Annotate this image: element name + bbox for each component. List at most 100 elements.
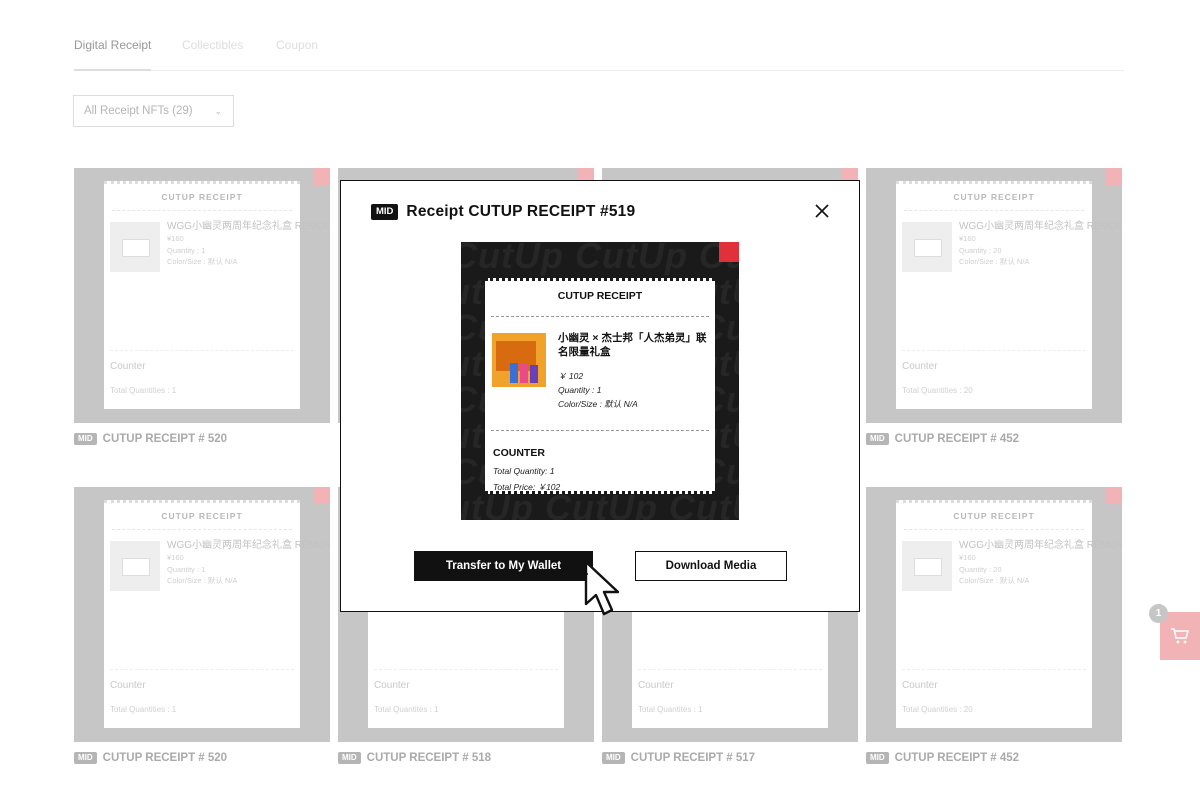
receipt-total-quantity: Total Quantites : 1 (374, 705, 439, 714)
corner-tag (1105, 168, 1122, 185)
mid-badge: MID (602, 752, 625, 764)
receipt-header: CUTUP RECEIPT (557, 290, 643, 302)
receipt-card-title: CUTUP RECEIPT # 518 (366, 752, 492, 764)
receipt-item-info: WGG小幽灵两周年纪念礼盒 REMOVE... ¥160 Quantity : 20… (959, 539, 1122, 587)
receipt-counter-label: Counter (110, 680, 146, 691)
cart-count-badge: 1 (1149, 604, 1168, 623)
receipt-card-title: CUTUP RECEIPT # 517 (630, 752, 756, 764)
modal-header: MID Receipt CUTUP RECEIPT #519 (371, 203, 635, 221)
mid-badge: MID (866, 752, 889, 764)
receipt-paper: CUTUP RECEIPT WGG小幽灵两周年纪念礼盒 REMOVE... ¥160… (104, 181, 330, 409)
pointer-cursor-icon (582, 560, 620, 616)
receipt-total-quantity: Total Quantities : 1 (110, 386, 177, 395)
receipt-counter-label: COUNTER (493, 447, 545, 459)
mid-badge: MID (74, 433, 97, 445)
receipt-paper: CUTUP RECEIPT 小幽灵 × 杰士邦「人杰弟灵」联名限量礼盒 ￥ 10… (485, 278, 715, 494)
cart-icon (1171, 628, 1190, 644)
receipt-color-size: Color/Size : 默认 N/A (959, 257, 1030, 267)
receipt-card-title: CUTUP RECEIPT # 520 (102, 752, 228, 764)
receipt-card-label[interactable]: MID CUTUP RECEIPT # 517 (602, 752, 755, 764)
receipt-media-preview: CutUp CutUp CutUp CutUp CutUp CutUp CutU… (461, 242, 739, 520)
receipt-color-size: Color/Size : 默认 N/A (167, 576, 238, 586)
receipt-item-info: WGG小幽灵两周年纪念礼盒 REMOVE... ¥160 Quantity : 1 C… (167, 220, 330, 268)
active-tab-indicator (74, 69, 151, 71)
receipt-price: ¥160 (167, 234, 184, 243)
corner-tag (1105, 487, 1122, 504)
download-media-button[interactable]: Download Media (635, 551, 787, 581)
filter-label: All Receipt NFTs (29) (84, 105, 193, 117)
receipt-color-size: Color/Size : 默认 N/A (558, 398, 638, 409)
receipt-thumbnail[interactable]: CUTUP RECEIPT WGG小幽灵两周年纪念礼盒 REMOVE... ¥160… (74, 168, 330, 423)
product-image (110, 541, 160, 591)
receipt-card-title: CUTUP RECEIPT # 452 (894, 433, 1020, 445)
receipt-price: ¥160 (959, 234, 976, 243)
receipt-header: CUTUP RECEIPT (953, 192, 1035, 202)
divider (491, 430, 709, 431)
product-image (492, 333, 546, 387)
receipt-counter-label: Counter (638, 680, 674, 691)
receipt-counter-label: Counter (110, 361, 146, 372)
receipt-card-label[interactable]: MID CUTUP RECEIPT # 452 (866, 433, 1019, 445)
receipt-header: CUTUP RECEIPT (953, 511, 1035, 521)
mid-badge: MID (74, 752, 97, 764)
corner-tag (313, 487, 330, 504)
receipt-card-label[interactable]: MID CUTUP RECEIPT # 518 (338, 752, 491, 764)
tab-bar: Digital Receipt Collectibles Coupon (74, 36, 1124, 71)
chevron-down-icon: ⌄ (214, 105, 222, 116)
receipt-card-label[interactable]: MID CUTUP RECEIPT # 520 (74, 752, 227, 764)
product-image (902, 541, 952, 591)
receipt-item-title: WGG小幽灵两周年纪念礼盒 REMOVE... (959, 540, 1122, 551)
receipt-total-quantity: Total Quantities : 20 (902, 705, 973, 714)
receipt-totals: Total Quantity: 1 Total Price: ￥102 (493, 464, 560, 495)
modal-title: Receipt CUTUP RECEIPT #519 (406, 203, 636, 220)
receipt-modal: MID Receipt CUTUP RECEIPT #519 CutUp Cut… (340, 180, 860, 612)
close-icon[interactable] (814, 203, 830, 219)
receipt-card-label[interactable]: MID CUTUP RECEIPT # 520 (74, 433, 227, 445)
receipt-header: CUTUP RECEIPT (161, 192, 243, 202)
mid-badge: MID (866, 433, 889, 445)
receipt-item-meta: ￥ 102 Quantity : 1 Color/Size : 默认 N/A (558, 370, 638, 411)
receipt-card-label[interactable]: MID CUTUP RECEIPT # 452 (866, 752, 1019, 764)
divider (491, 316, 709, 317)
receipt-paper: CUTUP RECEIPT WGG小幽灵两周年纪念礼盒 REMOVE... ¥160… (896, 181, 1122, 409)
receipt-thumbnail[interactable]: CUTUP RECEIPT WGG小幽灵两周年纪念礼盒 REMOVE... ¥160… (74, 487, 330, 742)
receipt-quantity: Quantity : 20 (959, 564, 1002, 574)
tab-coupon[interactable]: Coupon (276, 38, 318, 52)
product-image (902, 222, 952, 272)
receipt-thumbnail[interactable]: CUTUP RECEIPT WGG小幽灵两周年纪念礼盒 REMOVE... ¥160… (866, 168, 1122, 423)
tab-digital-receipt[interactable]: Digital Receipt (74, 38, 151, 52)
transfer-to-wallet-button[interactable]: Transfer to My Wallet (414, 551, 593, 581)
mid-badge: MID (338, 752, 361, 764)
receipt-card-title: CUTUP RECEIPT # 520 (102, 433, 228, 445)
receipt-total-price: Total Price: ￥102 (493, 481, 561, 492)
receipt-quantity: Quantity : 1 (167, 245, 206, 255)
receipt-counter-label: Counter (902, 680, 938, 691)
receipt-item-title: 小幽灵 × 杰士邦「人杰弟灵」联名限量礼盒 (558, 332, 707, 359)
receipt-paper: CUTUP RECEIPT WGG小幽灵两周年纪念礼盒 REMOVE... ¥160… (896, 500, 1122, 728)
receipt-quantity: Quantity : 20 (959, 245, 1002, 255)
receipt-counter-label: Counter (374, 680, 410, 691)
receipt-price: ¥160 (959, 553, 976, 562)
receipt-item-title: WGG小幽灵两周年纪念礼盒 REMOVE... (167, 221, 330, 232)
corner-red-tag (719, 242, 739, 262)
receipt-price: ￥ 102 (558, 371, 584, 381)
receipt-counter-label: Counter (902, 361, 938, 372)
receipt-quantity: Quantity : 1 (167, 564, 206, 574)
receipt-item-title: WGG小幽灵两周年纪念礼盒 REMOVE... (959, 221, 1122, 232)
receipt-price: ¥160 (167, 553, 184, 562)
receipt-header: CUTUP RECEIPT (161, 511, 243, 521)
receipt-filter-select[interactable]: All Receipt NFTs (29) ⌄ (73, 95, 234, 127)
receipt-item-info: WGG小幽灵两周年纪念礼盒 REMOVE... ¥160 Quantity : 1 C… (167, 539, 330, 587)
receipt-paper: CUTUP RECEIPT WGG小幽灵两周年纪念礼盒 REMOVE... ¥160… (104, 500, 330, 728)
receipt-total-quantity: Total Quantites : 1 (638, 705, 703, 714)
receipt-item-info: WGG小幽灵两周年纪念礼盒 REMOVE... ¥160 Quantity : 20… (959, 220, 1122, 268)
tab-collectibles[interactable]: Collectibles (182, 38, 243, 52)
product-image (110, 222, 160, 272)
receipt-color-size: Color/Size : 默认 N/A (959, 576, 1030, 586)
receipt-color-size: Color/Size : 默认 N/A (167, 257, 238, 267)
receipt-thumbnail[interactable]: CUTUP RECEIPT WGG小幽灵两周年纪念礼盒 REMOVE... ¥160… (866, 487, 1122, 742)
receipt-total-quantity: Total Quantities : 20 (902, 386, 973, 395)
receipt-item-title: WGG小幽灵两周年纪念礼盒 REMOVE... (167, 540, 330, 551)
pattern-text: CutUp CutUp CutUp CutUp (461, 242, 739, 276)
receipt-total-quantity: Total Quantities : 1 (110, 705, 177, 714)
